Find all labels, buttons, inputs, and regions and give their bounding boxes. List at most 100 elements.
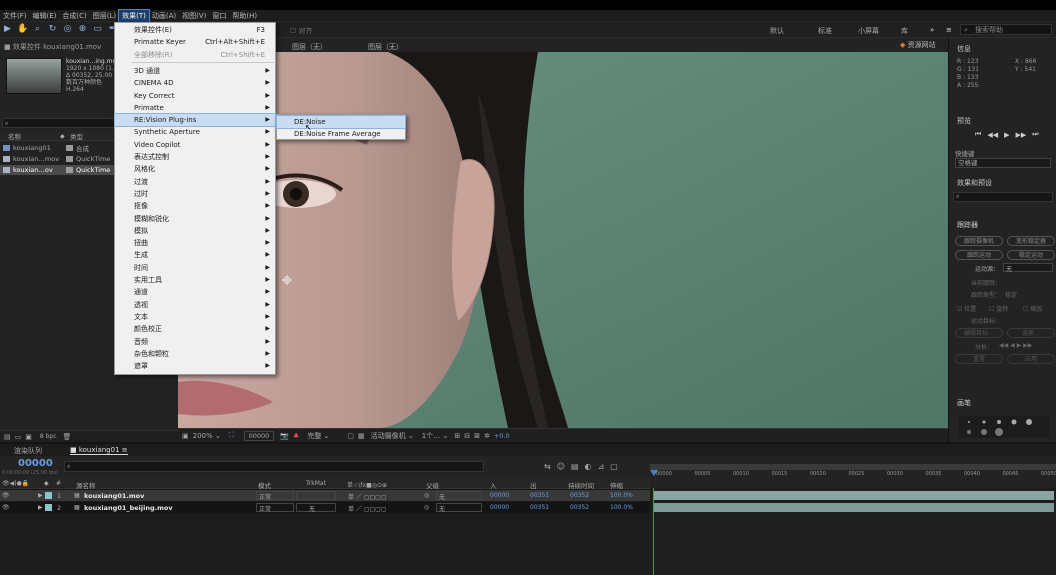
menu-view[interactable]: 视图(V): [179, 10, 209, 22]
workspace-library[interactable]: 库: [901, 26, 908, 36]
time-ruler[interactable]: 00000 00005 00010 00015 00020 00025 00030 00035…: [650, 458, 1056, 488]
effects-menu-item[interactable]: 抠像 ▶: [115, 200, 275, 212]
delete-icon[interactable]: 🗑: [63, 433, 72, 441]
visibility-icon[interactable]: 👁: [2, 504, 10, 511]
tracker-apply-button[interactable]: 应用: [1007, 354, 1055, 364]
snapshot-icon[interactable]: 📷: [280, 432, 289, 440]
brush-tips[interactable]: [959, 416, 1049, 438]
search-help-input[interactable]: ⌕ 搜索帮助: [960, 24, 1052, 35]
exposure-value[interactable]: +0.0: [494, 432, 510, 440]
timeline-search-input[interactable]: ⌕: [64, 461, 484, 472]
tracker-options-button[interactable]: 选项…: [1007, 328, 1055, 338]
next-frame-icon[interactable]: ▶▶: [1015, 131, 1026, 139]
region-of-interest-icon[interactable]: ▢: [347, 432, 354, 440]
selection-tool-icon[interactable]: ▶: [2, 24, 13, 35]
workspace-default[interactable]: 默认: [770, 26, 784, 36]
effects-menu-item[interactable]: 3D 通道 ▶: [115, 65, 275, 77]
always-preview-icon[interactable]: ▣: [182, 432, 189, 440]
effects-menu-item[interactable]: Synthetic Aperture ▶: [115, 126, 275, 138]
camera-dropdown[interactable]: 活动摄像机 ⌄: [371, 431, 414, 441]
flowchart-icon[interactable]: ⊠: [474, 432, 480, 440]
column-type[interactable]: 类型: [70, 131, 83, 141]
menu-layer[interactable]: 图层(L): [90, 10, 119, 22]
layer-name[interactable]: kouxiang01_beijing.mov: [84, 504, 173, 512]
layer-switches[interactable]: 单 ／ ▢▢▢▢: [348, 492, 387, 501]
effects-menu-item[interactable]: 风格化 ▶: [115, 163, 275, 175]
layer-duration[interactable]: 00352: [570, 504, 589, 511]
menu-window[interactable]: 窗口: [209, 10, 229, 22]
graph-editor-icon[interactable]: ⊿: [598, 462, 605, 471]
motion-source-dropdown[interactable]: 无: [1003, 263, 1053, 273]
more-workspaces-icon[interactable]: »: [930, 26, 934, 34]
work-area-bar[interactable]: [650, 464, 1056, 470]
rectangle-tool-icon[interactable]: ▭: [92, 24, 103, 35]
snap-checkbox[interactable]: ☐ 对齐: [290, 26, 313, 36]
viewer-timecode[interactable]: 00000: [243, 430, 275, 441]
layer-label-color[interactable]: [45, 492, 52, 499]
draft-3d-icon[interactable]: ▢: [610, 462, 618, 471]
play-icon[interactable]: ▶: [1004, 131, 1009, 139]
layer-mode-dropdown[interactable]: 正常: [256, 491, 294, 501]
visibility-icon[interactable]: 👁: [2, 492, 10, 499]
new-folder-icon[interactable]: ▭: [15, 433, 22, 441]
hand-tool-icon[interactable]: ✋: [17, 24, 28, 35]
camera-tool-icon[interactable]: ◎: [62, 24, 73, 35]
render-queue-tab[interactable]: 渲染队列: [14, 446, 42, 456]
column-source-name[interactable]: 源名称: [76, 480, 96, 490]
effects-menu-item[interactable]: 通道 ▶: [115, 286, 275, 298]
scale-checkbox[interactable]: ☐ 缩放: [1023, 304, 1042, 313]
effects-menu-item[interactable]: 效果控件(E) F3: [115, 24, 275, 36]
trkmat-dropdown[interactable]: 无: [296, 503, 336, 513]
effects-menu-item[interactable]: 模拟 ▶: [115, 225, 275, 237]
shortcut-dropdown[interactable]: 空格键: [955, 158, 1051, 168]
views-dropdown[interactable]: 1个… ⌄: [422, 431, 449, 441]
workspace-menu-icon[interactable]: ≡: [946, 26, 952, 34]
warp-stabilizer-button[interactable]: 变形稳定器: [1007, 236, 1055, 246]
new-composition-icon[interactable]: ▣: [25, 433, 32, 441]
resolution-dropdown[interactable]: 完整 ⌄: [307, 431, 329, 441]
layer-in-point[interactable]: 00000: [490, 492, 509, 499]
last-frame-icon[interactable]: ⏭: [1032, 130, 1038, 139]
parent-pickwhip-icon[interactable]: ◎: [424, 492, 429, 499]
menu-effect[interactable]: 效果(T): [118, 8, 150, 23]
effects-menu-item[interactable]: Primatte ▶: [115, 102, 275, 114]
layer-2-duration-bar[interactable]: [654, 503, 1054, 512]
parent-dropdown[interactable]: 无: [436, 503, 482, 513]
submenu-item-denoise[interactable]: DE:Noise: [276, 115, 406, 129]
transparency-grid-icon[interactable]: ▦: [358, 432, 365, 440]
effects-menu-item[interactable]: Key Correct ▶: [115, 90, 275, 102]
effects-menu-item[interactable]: 文本 ▶: [115, 311, 275, 323]
layer-switches[interactable]: 单 ／ ▢▢▢▢: [348, 504, 387, 513]
rotate-tool-icon[interactable]: ↻: [47, 24, 58, 35]
effects-menu-item[interactable]: 生成 ▶: [115, 249, 275, 261]
workspace-standard[interactable]: 标准: [818, 26, 832, 36]
effect-controls-tab[interactable]: ■ 效果控件 kouxiang01.mov: [4, 42, 101, 52]
current-time-display[interactable]: 00000: [18, 458, 53, 469]
effects-menu-item[interactable]: 表达式控制 ▶: [115, 151, 275, 163]
parent-dropdown[interactable]: 无: [436, 491, 482, 501]
layer-name[interactable]: kouxiang01.mov: [84, 492, 144, 500]
composition-tab[interactable]: ■ kouxiang01 ≡: [70, 446, 128, 455]
effects-menu-item[interactable]: 透视 ▶: [115, 299, 275, 311]
track-camera-button[interactable]: 跟踪摄像机: [955, 236, 1003, 246]
playhead-icon[interactable]: [650, 470, 658, 476]
expand-layer-icon[interactable]: ▶: [38, 492, 43, 499]
layer-mode-dropdown[interactable]: 正常: [256, 503, 294, 513]
layer-duration[interactable]: 00352: [570, 492, 589, 499]
layer-1-duration-bar[interactable]: [654, 491, 1054, 500]
layer-stretch[interactable]: 100.0%: [610, 492, 633, 499]
menu-composition[interactable]: 合成(C): [59, 10, 89, 22]
edit-target-button[interactable]: 编辑目标…: [955, 328, 1003, 338]
effects-menu-item[interactable]: 全部移除(R) Ctrl+Shift+E: [115, 49, 275, 61]
layer-viewer-tab[interactable]: 图层（无）: [292, 42, 327, 52]
menu-animation[interactable]: 动画(A): [149, 10, 179, 22]
trkmat-dropdown[interactable]: [296, 491, 336, 500]
timeline-icon[interactable]: ⊟: [464, 432, 470, 440]
parent-pickwhip-icon[interactable]: ◎: [424, 504, 429, 511]
menu-file[interactable]: 文件(F): [0, 10, 30, 22]
effects-menu-item[interactable]: 实用工具 ▶: [115, 274, 275, 286]
fast-previews-icon[interactable]: ⊞: [454, 432, 460, 440]
shy-layers-icon[interactable]: ☺: [557, 462, 565, 471]
comp-flowchart-icon[interactable]: ⇆: [544, 462, 551, 471]
motion-blur-icon[interactable]: ◐: [585, 462, 592, 471]
